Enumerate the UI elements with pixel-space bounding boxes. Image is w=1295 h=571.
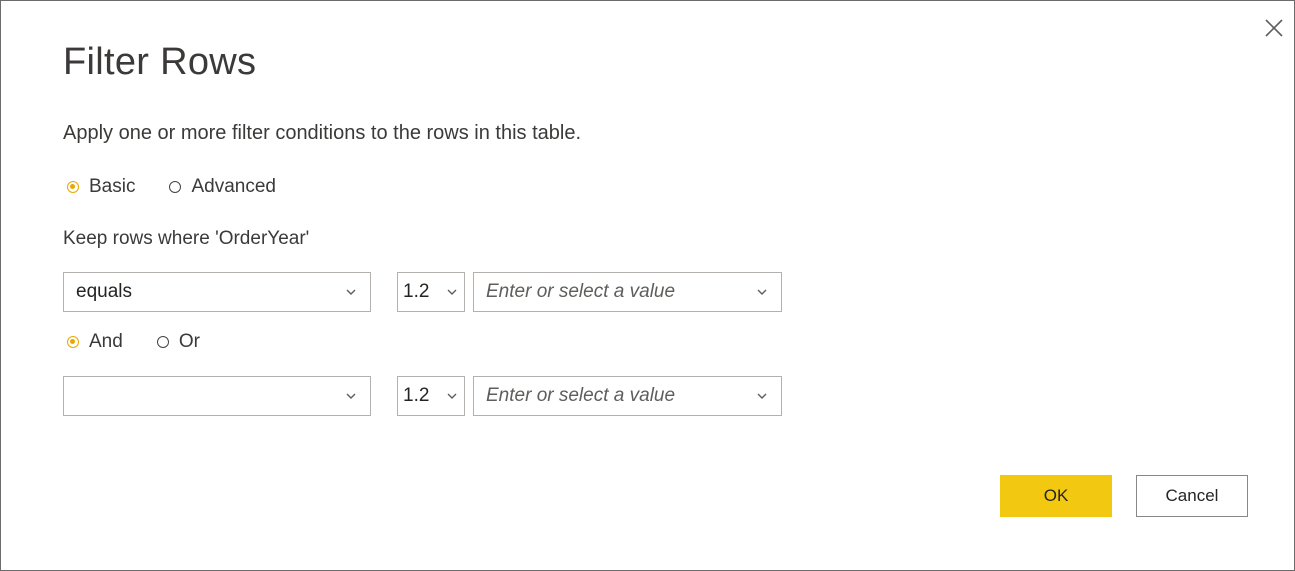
value-combobox-2[interactable]: Enter or select a value <box>473 376 782 416</box>
or-radio[interactable]: Or <box>156 331 200 353</box>
dialog-description: Apply one or more filter conditions to t… <box>63 122 582 144</box>
type-dropdown-1[interactable]: 1.2 <box>397 272 465 312</box>
close-icon[interactable] <box>1261 15 1287 41</box>
chevron-down-icon <box>442 289 462 295</box>
keep-rows-label: Keep rows where 'OrderYear' <box>63 228 310 249</box>
basic-radio-label: Basic <box>89 176 136 197</box>
chevron-down-icon <box>340 393 362 399</box>
filter-mode-group: Basic Advanced <box>67 176 310 198</box>
advanced-radio-label: Advanced <box>191 176 276 197</box>
operator-value-1: equals <box>76 281 132 302</box>
and-radio-label: And <box>89 331 123 352</box>
filter-rows-dialog: Filter Rows Apply one or more filter con… <box>0 0 1295 571</box>
cancel-button[interactable]: Cancel <box>1136 475 1248 517</box>
operator-dropdown-2[interactable] <box>63 376 371 416</box>
or-radio-label: Or <box>178 331 200 352</box>
dialog-title: Filter Rows <box>63 41 257 83</box>
radio-selected-icon <box>67 181 79 193</box>
and-radio[interactable]: And <box>67 331 123 353</box>
radio-selected-icon <box>67 336 79 348</box>
radio-unselected-icon <box>169 181 182 193</box>
logic-group: And Or <box>67 331 234 353</box>
type-value-2: 1.2 <box>403 385 430 406</box>
chevron-down-icon <box>340 289 362 295</box>
chevron-down-icon <box>751 393 773 399</box>
type-dropdown-2[interactable]: 1.2 <box>397 376 465 416</box>
ok-button[interactable]: OK <box>1000 475 1112 517</box>
advanced-radio[interactable]: Advanced <box>169 176 276 198</box>
basic-radio[interactable]: Basic <box>67 176 135 198</box>
type-value-1: 1.2 <box>403 281 430 302</box>
operator-dropdown-1[interactable]: equals <box>63 272 371 312</box>
value-combobox-1[interactable]: Enter or select a value <box>473 272 782 312</box>
radio-unselected-icon <box>156 336 169 348</box>
value-placeholder-2: Enter or select a value <box>486 385 676 406</box>
chevron-down-icon <box>751 289 773 295</box>
value-placeholder-1: Enter or select a value <box>486 281 676 302</box>
chevron-down-icon <box>442 393 462 399</box>
